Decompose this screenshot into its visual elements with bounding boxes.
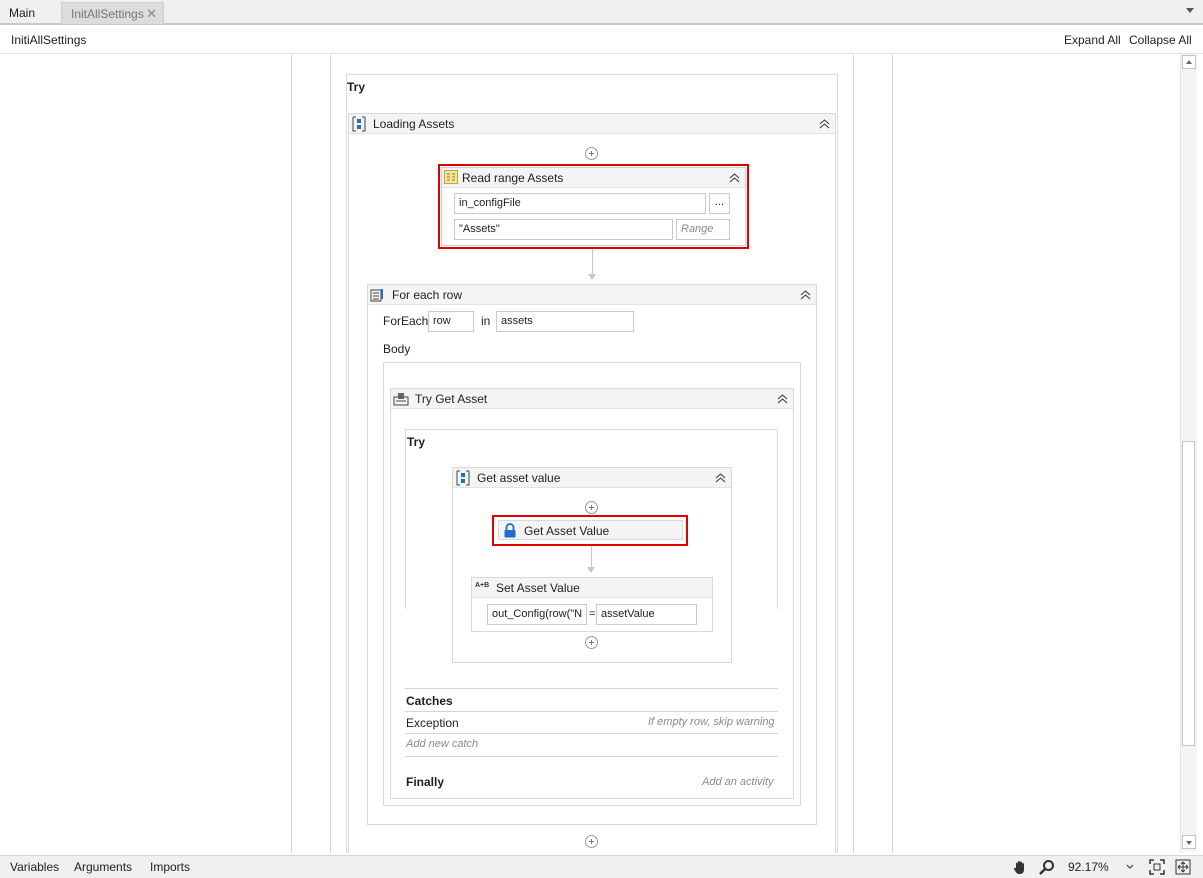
divider [405, 711, 778, 712]
try-get-asset-title: Try Get Asset [415, 392, 488, 406]
divider [405, 733, 778, 734]
in-label: in [481, 314, 491, 328]
range-field[interactable]: Range [676, 219, 730, 240]
foreach-collection-field[interactable]: assets [496, 311, 634, 332]
add-activity-icon[interactable] [585, 636, 598, 649]
zoom-icon[interactable] [1039, 859, 1055, 875]
loading-assets-title: Loading Assets [373, 117, 455, 131]
collapse-icon[interactable] [729, 172, 740, 183]
connector-arrow [587, 567, 595, 573]
scope-border-left [330, 55, 331, 853]
try-catch-icon [393, 393, 409, 406]
hand-icon[interactable] [1012, 859, 1028, 875]
equals-sign: = [589, 608, 596, 620]
catches-label: Catches [406, 694, 453, 708]
scope-border-right [853, 55, 854, 853]
imports-tab[interactable]: Imports [150, 860, 190, 874]
chevron-down-icon[interactable] [1126, 864, 1134, 870]
try-label: Try [347, 80, 366, 94]
connector-line [591, 546, 592, 568]
fit-to-screen-icon[interactable] [1149, 859, 1165, 875]
chevron-down-icon [1186, 841, 1192, 845]
add-activity-icon[interactable] [585, 147, 598, 160]
lock-icon [504, 523, 516, 538]
divider [405, 756, 778, 757]
outer-border-left [291, 55, 292, 853]
exception-hint[interactable]: If empty row, skip warning [648, 716, 775, 728]
assign-value-field[interactable]: assetValue [596, 604, 697, 625]
tab-main-label: Main [9, 6, 36, 20]
assign-to-field[interactable]: out_Config(row("N [487, 604, 587, 625]
assign-icon: A+B [475, 582, 490, 589]
finally-label: Finally [406, 775, 445, 789]
set-asset-value-header[interactable]: A+B Set Asset Value [472, 578, 712, 598]
breadcrumb-bar: InitiAllSettings Expand All Collapse All [0, 27, 1203, 54]
foreach-label: ForEach [383, 314, 429, 328]
tab-initallsettings-label: InitAllSettings [71, 7, 144, 21]
get-asset-value-sequence[interactable]: Get asset value [452, 467, 732, 663]
overview-icon[interactable] [1175, 859, 1191, 875]
set-asset-value-title: Set Asset Value [496, 581, 580, 595]
connector-line [592, 249, 593, 275]
inner-try-label: Try [407, 435, 426, 449]
for-each-title: For each row [392, 288, 463, 302]
tab-main[interactable]: Main [0, 2, 48, 24]
add-new-catch-link[interactable]: Add new catch [406, 738, 478, 750]
get-asset-value-seq-header[interactable]: Get asset value [453, 468, 731, 488]
bottom-panel-bar: Variables Arguments Imports 92.17% [0, 855, 1203, 878]
browse-button[interactable]: ... [709, 193, 730, 214]
chevron-up-icon [1186, 60, 1192, 64]
exception-label[interactable]: Exception [406, 716, 459, 730]
sequence-icon [352, 116, 366, 132]
sheet-name-field[interactable]: "Assets" [454, 219, 673, 240]
add-activity-icon[interactable] [585, 501, 598, 514]
collapse-icon[interactable] [800, 289, 811, 300]
document-tab-bar: Main InitAllSettings ✕ [0, 0, 1203, 25]
body-label: Body [383, 342, 411, 356]
foreach-item-field[interactable]: row [428, 311, 474, 332]
read-range-header[interactable]: Read range Assets [442, 168, 745, 188]
divider [405, 688, 778, 689]
connector-arrow [588, 274, 596, 280]
variables-tab[interactable]: Variables [10, 860, 59, 874]
workbook-path-field[interactable]: in_configFile [454, 193, 706, 214]
collapse-icon[interactable] [777, 393, 788, 404]
designer-canvas[interactable]: Try Loading Assets Read range Assets in_… [0, 55, 1180, 853]
sequence-icon [456, 470, 470, 486]
try-get-asset-header[interactable]: Try Get Asset [391, 389, 793, 409]
get-asset-value-activity[interactable]: Get Asset Value [498, 520, 683, 540]
add-activity-hint[interactable]: Add an activity [702, 776, 774, 788]
outer-border-right [892, 55, 893, 853]
breadcrumb[interactable]: InitiAllSettings [11, 33, 86, 47]
add-activity-icon[interactable] [585, 835, 598, 848]
for-each-header[interactable]: For each row [368, 285, 816, 305]
arguments-tab[interactable]: Arguments [74, 860, 132, 874]
chevron-down-icon[interactable] [1186, 8, 1194, 13]
collapse-all-button[interactable]: Collapse All [1129, 33, 1192, 47]
collapse-icon[interactable] [715, 472, 726, 483]
get-asset-value-seq-title: Get asset value [477, 471, 561, 485]
scroll-down-button[interactable] [1182, 835, 1196, 849]
zoom-level[interactable]: 92.17% [1068, 860, 1109, 874]
tab-initallsettings[interactable]: InitAllSettings ✕ [61, 2, 164, 24]
expand-all-button[interactable]: Expand All [1064, 33, 1121, 47]
scrollbar-thumb[interactable] [1182, 441, 1195, 746]
read-range-title: Read range Assets [462, 171, 564, 185]
close-icon[interactable]: ✕ [146, 3, 157, 25]
collapse-icon[interactable] [819, 118, 830, 129]
excel-icon [444, 170, 458, 184]
loading-assets-header[interactable]: Loading Assets [349, 114, 835, 134]
get-asset-value-title: Get Asset Value [524, 524, 610, 538]
scroll-up-button[interactable] [1182, 55, 1196, 69]
for-each-icon [370, 289, 383, 302]
